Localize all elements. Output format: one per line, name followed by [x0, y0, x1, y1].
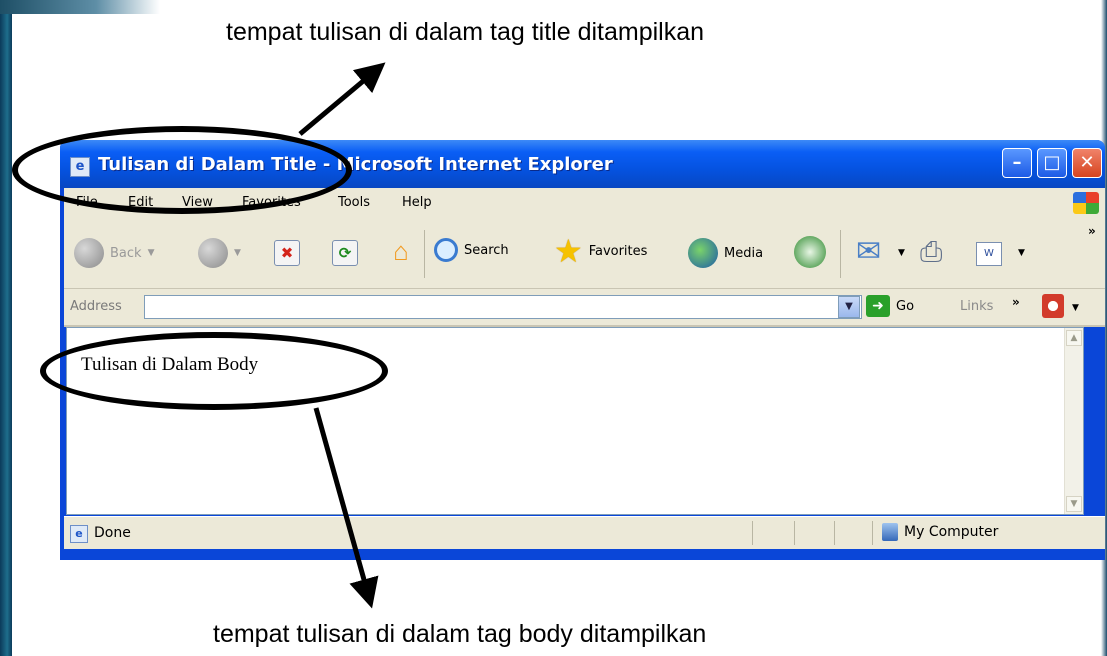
arrow-to-title-caption: [298, 62, 386, 136]
annotation-arrows: [298, 62, 386, 609]
arrow-to-body-caption: [313, 407, 379, 609]
